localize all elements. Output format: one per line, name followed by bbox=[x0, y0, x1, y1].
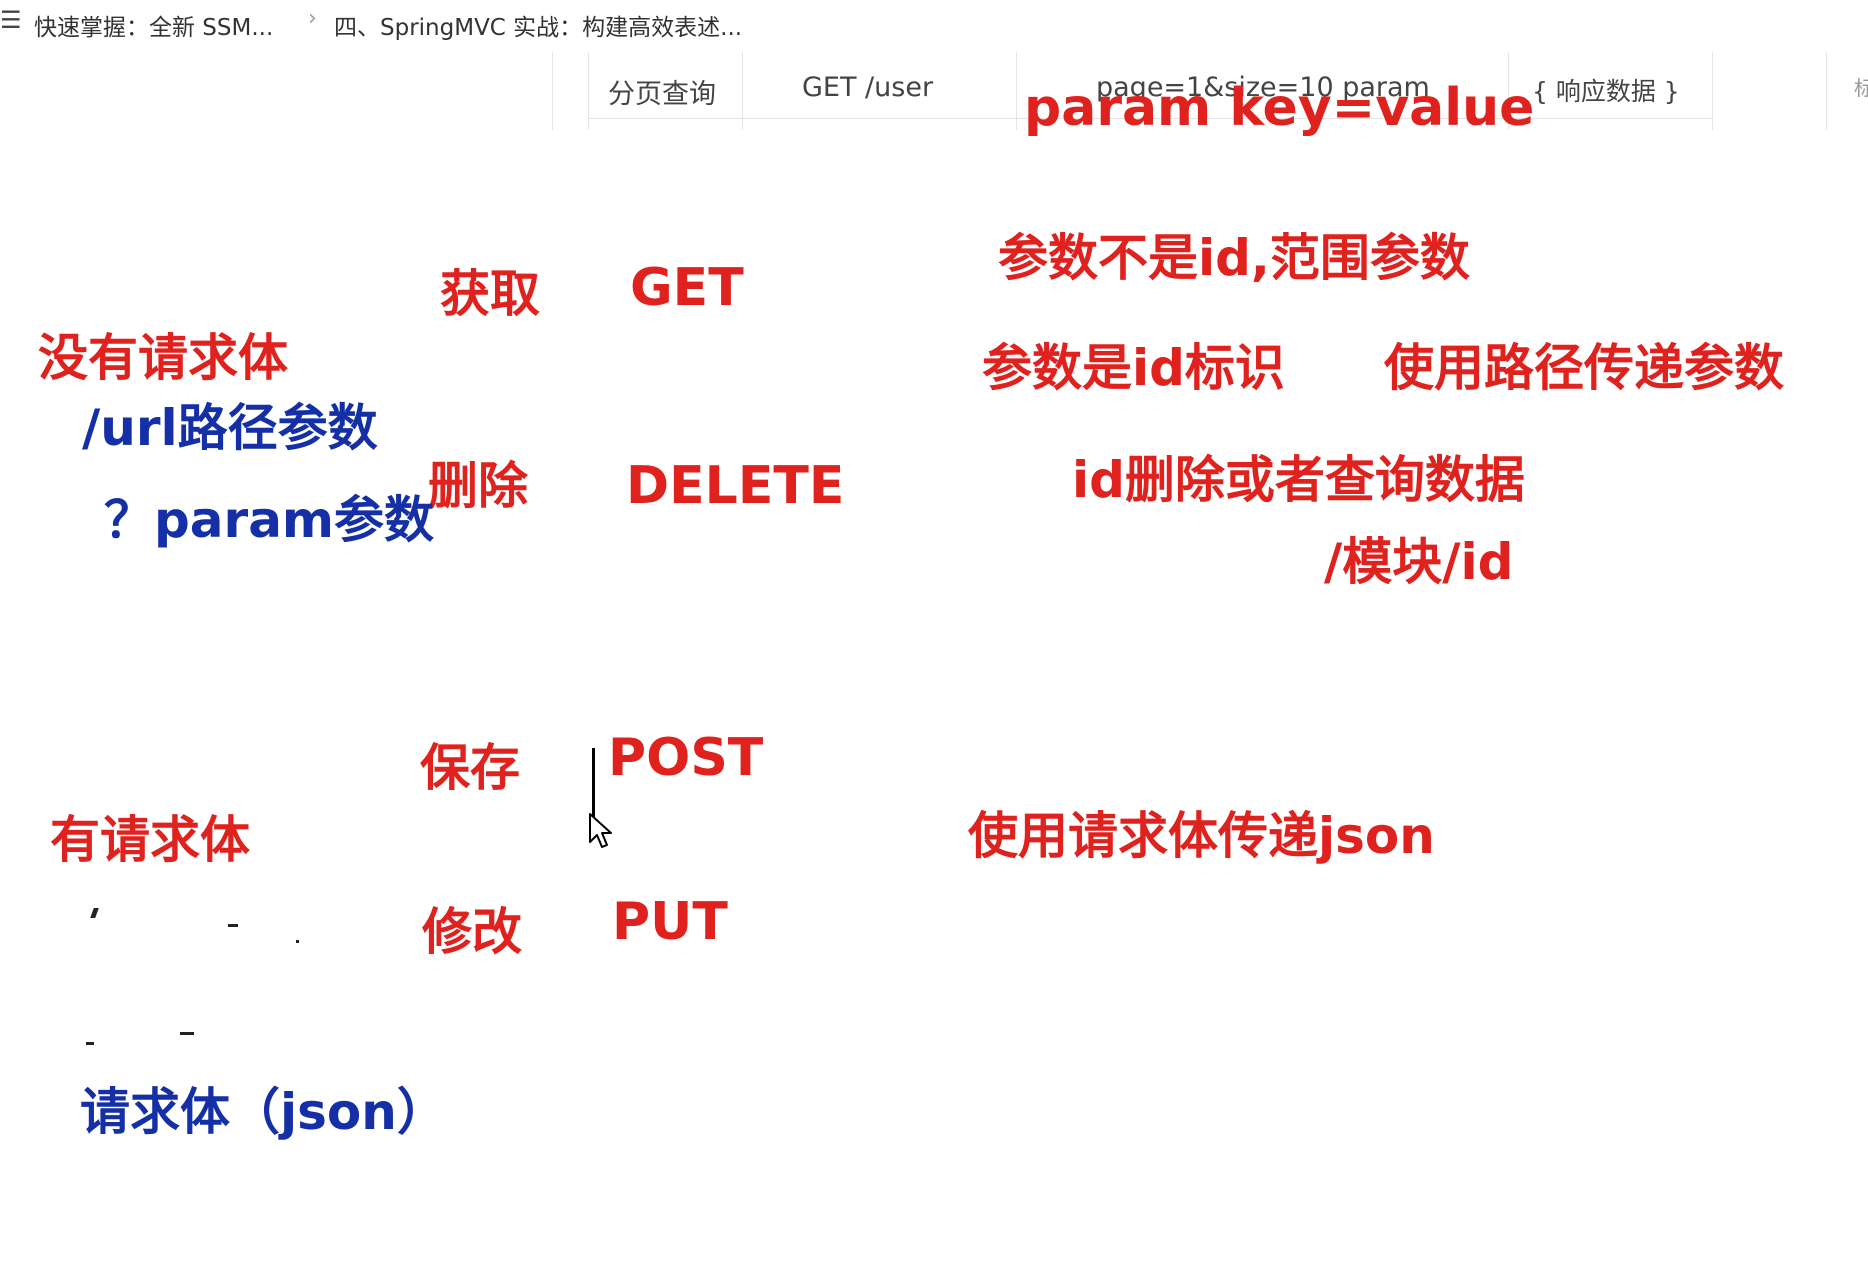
stray-mark bbox=[228, 924, 238, 927]
breadcrumb-item-chapter[interactable]: 四、SpringMVC 实战：构建高效表述... bbox=[334, 8, 742, 42]
stray-mark bbox=[90, 908, 99, 918]
chevron-right-icon: › bbox=[308, 6, 317, 31]
stray-mark bbox=[86, 1042, 94, 1045]
stray-mark bbox=[180, 1032, 194, 1035]
json-body-transfer-note: 使用请求体传递json bbox=[968, 807, 1435, 865]
put-method: PUT bbox=[612, 892, 728, 952]
has-body-note: 有请求体 bbox=[50, 811, 250, 869]
id-param-note: 参数是id标识 bbox=[982, 339, 1285, 397]
table-border bbox=[1712, 52, 1713, 130]
table-cell-partial: 标 bbox=[1854, 76, 1868, 100]
no-body-note: 没有请求体 bbox=[38, 329, 288, 387]
table-cell-desc: 分页查询 bbox=[608, 79, 716, 110]
mouse-cursor-icon bbox=[589, 813, 612, 848]
id-delete-query-note: id删除或者查询数据 bbox=[1072, 451, 1525, 509]
query-param-note: ？param参数 bbox=[104, 491, 435, 549]
table-border bbox=[1826, 52, 1827, 130]
breadcrumb-item-course[interactable]: 快速掌握：全新 SSM... bbox=[34, 8, 273, 42]
get-label-cn: 获取 bbox=[440, 265, 540, 323]
range-param-note: 参数不是id,范围参数 bbox=[998, 229, 1470, 287]
table-border bbox=[552, 52, 553, 130]
body-json-note: 请求体（json） bbox=[80, 1083, 447, 1141]
param-key-value-note: param key=value bbox=[1024, 78, 1535, 138]
get-method: GET bbox=[630, 258, 744, 318]
url-path-param-note: /url路径参数 bbox=[82, 399, 378, 457]
update-label-cn: 修改 bbox=[422, 903, 522, 961]
delete-label-cn: 删除 bbox=[428, 457, 528, 515]
module-id-note: /模块/id bbox=[1324, 533, 1514, 591]
stray-mark bbox=[296, 940, 299, 943]
table-cell-response: { 响应数据 } bbox=[1532, 77, 1680, 106]
post-method: POST bbox=[608, 728, 764, 788]
delete-method: DELETE bbox=[626, 456, 845, 516]
table-cell-endpoint: GET /user bbox=[802, 72, 934, 103]
save-label-cn: 保存 bbox=[420, 739, 520, 797]
path-transfer-note: 使用路径传递参数 bbox=[1384, 339, 1784, 397]
menu-icon[interactable]: ☰ bbox=[0, 6, 22, 34]
